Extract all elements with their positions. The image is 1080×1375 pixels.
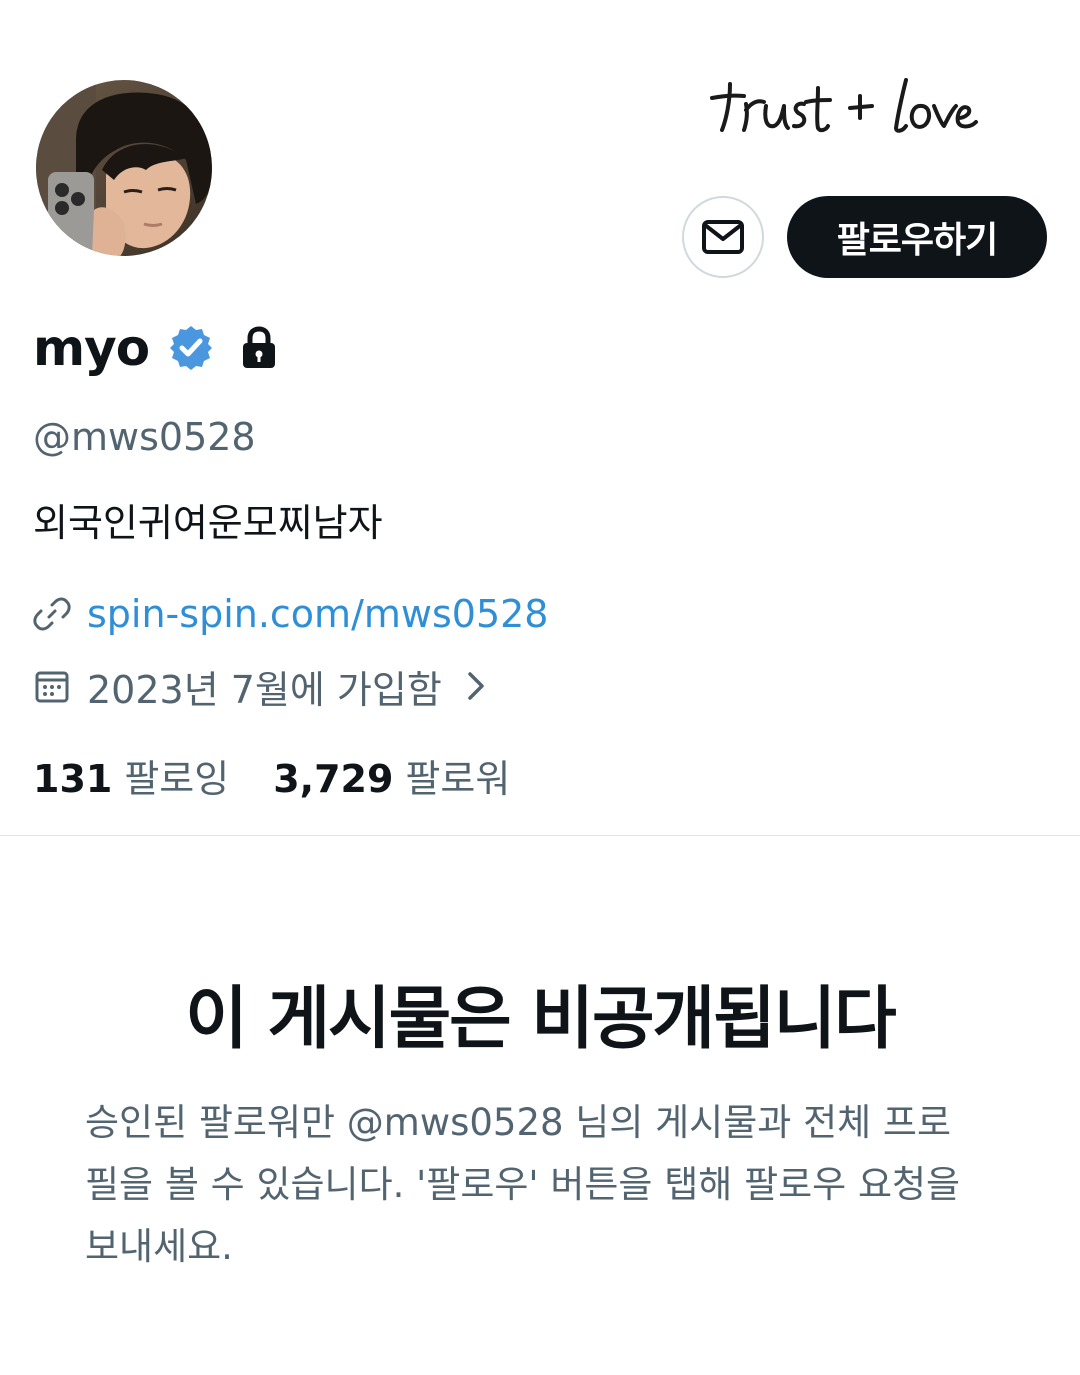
profile-handle: @mws0528 [33,415,256,459]
verified-badge-icon[interactable] [167,324,215,372]
profile-link[interactable]: spin-spin.com/mws0528 [87,592,548,636]
lock-icon [243,326,276,368]
section-divider [0,835,1080,836]
followers-label: 팔로워 [405,756,511,801]
follow-stats: 131 팔로잉 3,729 팔로워 [33,748,510,802]
followers-stat[interactable]: 3,729 팔로워 [273,748,510,803]
calendar-icon [35,671,69,703]
joined-date: 2023년 7월에 가입함 [87,667,442,712]
avatar[interactable] [33,77,215,259]
message-button[interactable] [682,196,764,278]
avatar-photo [36,80,212,256]
profile-banner: 팔로우하기 [0,0,1080,300]
following-label: 팔로잉 [124,756,230,801]
display-name: myo [33,319,150,377]
handwriting-trust-love [710,78,978,133]
follow-button[interactable]: 팔로우하기 [787,196,1047,278]
mail-icon [702,220,744,254]
link-icon [33,597,71,631]
private-notice-description: 승인된 팔로워만 @mws0528 님의 게시물과 전체 프로필을 볼 수 있습… [85,1101,961,1268]
following-stat[interactable]: 131 팔로잉 [33,748,229,803]
profile-bio: 외국인귀여운모찌남자 [33,501,383,545]
followers-count: 3,729 [273,756,394,801]
following-count: 131 [33,756,113,801]
name-row: myo [33,316,279,380]
chevron-right-icon [468,672,484,700]
joined-date-row[interactable]: 2023년 7월에 가입함 [33,660,490,712]
profile-link-row[interactable]: spin-spin.com/mws0528 [33,588,548,640]
private-notice-title: 이 게시물은 비공개됩니다 [185,980,897,1059]
